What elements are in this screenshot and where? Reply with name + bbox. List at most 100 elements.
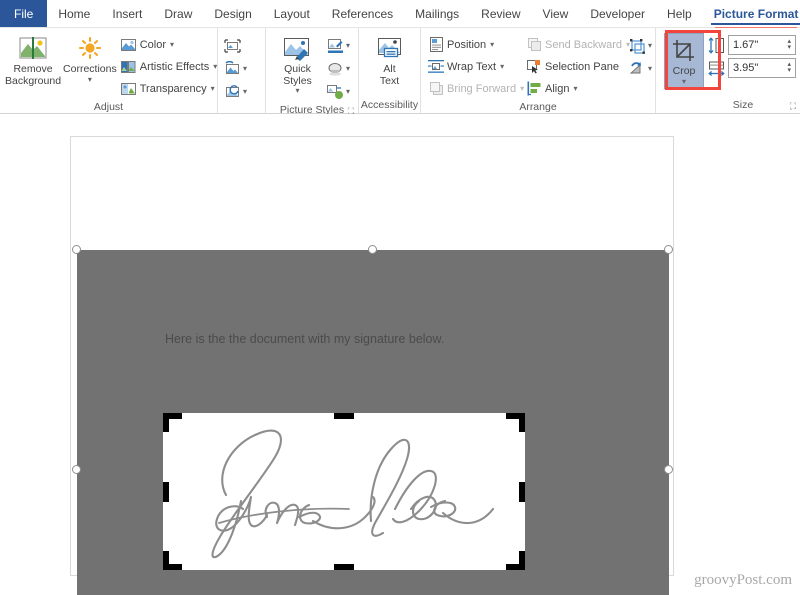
selection-handle-top-center[interactable] [368,245,377,254]
crop-handle-middle-left[interactable] [163,481,169,502]
selection-pane-label: Selection Pane [545,60,619,73]
chevron-down-icon[interactable]: ▾ [243,64,247,73]
wrap-text-label: Wrap Text [447,60,497,73]
tab-view[interactable]: View [532,0,580,27]
tab-draw[interactable]: Draw [153,0,203,27]
chevron-down-icon[interactable]: ▾ [243,87,247,96]
color-label: Color [139,38,167,51]
change-picture-button[interactable]: ▾ [222,58,249,79]
chevron-down-icon[interactable]: ▾ [648,41,652,50]
rotate-button[interactable]: ▾ [627,58,654,79]
tab-home-label: Home [58,6,91,21]
bring-forward-button: Bring Forward ▾ [425,78,524,99]
crop-handle-bottom-left[interactable] [163,551,169,570]
wrap-text-button[interactable]: Wrap Text ▾ [425,56,523,77]
group-button[interactable]: ▾ [627,35,654,56]
ribbon-group-accessibility-label: Accessibility [360,99,419,111]
chevron-down-icon[interactable]: ▾ [211,84,215,93]
transparency-button[interactable]: Transparency ▾ [118,78,221,99]
tab-design-label: Design [214,6,252,21]
ribbon-group-size: Crop ▾ 1.67" ▴ ▾ 3.95" ▴ ▾ Size ⛶ [656,28,800,113]
tab-layout[interactable]: Layout [263,0,321,27]
spinner-arrows[interactable]: ▴ ▾ [787,61,793,74]
picture-layout-button[interactable]: ▾ [325,81,352,102]
shape-width-row: 3.95" ▴ ▾ [708,58,796,78]
chevron-down-icon[interactable]: ▾ [648,64,652,73]
reset-picture-button[interactable]: ▾ [222,81,249,102]
selection-handle-top-left[interactable] [72,245,81,254]
tab-insert[interactable]: Insert [101,0,153,27]
group-icon [630,38,645,54]
selection-handle-middle-left[interactable] [72,465,81,474]
spinner-arrows[interactable]: ▴ ▾ [787,38,793,51]
corrections-button[interactable]: Corrections ▾ [62,32,118,86]
chevron-down-icon[interactable]: ▾ [573,84,577,93]
arrange-left-buttons: Position ▾ Wrap Text ▾ Bring Forward ▾ [425,32,524,99]
tab-home[interactable]: Home [47,0,101,27]
chevron-down-icon[interactable]: ▾ [295,87,299,95]
position-button[interactable]: Position ▾ [425,34,523,55]
crop-handle-top-left[interactable] [163,413,169,432]
chevron-down-icon[interactable]: ▾ [213,62,217,71]
tab-mailings[interactable]: Mailings [404,0,470,27]
picture-style-extra-icons: ▾ ▾ [222,32,249,102]
bring-forward-icon [428,81,444,97]
crop-handle-bottom-center[interactable] [334,564,354,570]
tab-references[interactable]: References [321,0,404,27]
picture-border-button[interactable]: ▾ [325,35,352,56]
artistic-effects-button[interactable]: Artistic Effects ▾ [118,56,221,77]
shape-height-row: 1.67" ▴ ▾ [708,35,796,55]
picture-effects-icon [328,62,342,76]
quick-styles-button[interactable]: Quick Styles ▾ [270,32,325,97]
color-button[interactable]: Color ▾ [118,34,221,55]
quick-styles-label: Quick Styles [283,63,312,87]
crop-handle-top-right[interactable] [519,413,525,432]
wrap-text-icon [428,59,444,75]
arrange-icon-buttons: ▾ ▾ [627,32,654,79]
picture-effects-button[interactable]: ▾ [325,58,352,79]
picture-style-options: ▾ ▾ ▾ [325,32,352,102]
chevron-down-icon[interactable]: ▾ [88,75,92,84]
crop-selection-region[interactable] [163,413,525,570]
chevron-down-icon[interactable]: ▾ [346,64,350,73]
crop-button[interactable]: Crop ▾ [664,33,704,89]
dialog-launcher-icon[interactable]: ⛶ [790,98,796,114]
crop-handle-top-center[interactable] [334,413,354,419]
shape-width-value: 3.95" [733,62,759,74]
chevron-down-icon[interactable]: ▾ [490,40,494,49]
tab-help-label: Help [667,6,692,21]
tab-picture-format[interactable]: Picture Format [703,0,800,31]
rotate-icon [629,61,641,73]
tab-developer[interactable]: Developer [579,0,656,27]
crop-handle-bottom-right[interactable] [519,551,525,570]
shape-height-input[interactable]: 1.67" ▴ ▾ [728,35,796,55]
ribbon-group-arrange-label: Arrange [519,101,557,113]
tab-review[interactable]: Review [470,0,531,27]
tab-file-label: File [14,6,34,21]
chevron-down-icon[interactable]: ▾ [500,62,504,71]
tab-file[interactable]: File [0,0,48,27]
ribbon-group-picture-styles-left: ▾ ▾ [218,28,266,113]
send-backward-button: Send Backward ▾ [523,34,630,55]
selection-handle-top-right[interactable] [664,245,673,254]
align-button[interactable]: Align ▾ [523,78,627,99]
shape-width-input[interactable]: 3.95" ▴ ▾ [728,58,796,78]
chevron-down-icon[interactable]: ▾ [170,40,174,49]
artistic-effects-icon [121,59,137,75]
crop-handle-middle-right[interactable] [519,481,525,502]
selection-pane-button[interactable]: Selection Pane [523,56,627,77]
chevron-down-icon[interactable]: ▾ [346,41,350,50]
remove-background-button[interactable]: Remove Background [4,32,62,89]
tab-references-label: References [331,6,394,21]
shape-height-icon [708,36,725,54]
selection-handle-middle-right[interactable] [664,465,673,474]
tab-review-label: Review [481,6,521,21]
chevron-down-icon[interactable]: ▾ [346,87,350,96]
tab-design[interactable]: Design [203,0,262,27]
chevron-down-icon[interactable]: ▾ [682,77,686,86]
transparency-icon [121,81,137,97]
alt-text-button[interactable]: Alt Text [363,32,416,89]
tab-help[interactable]: Help [656,0,703,27]
compress-pictures-button[interactable] [222,35,249,56]
ribbon-tab-bar: File Home Insert Draw Design Layout Refe… [0,0,800,31]
